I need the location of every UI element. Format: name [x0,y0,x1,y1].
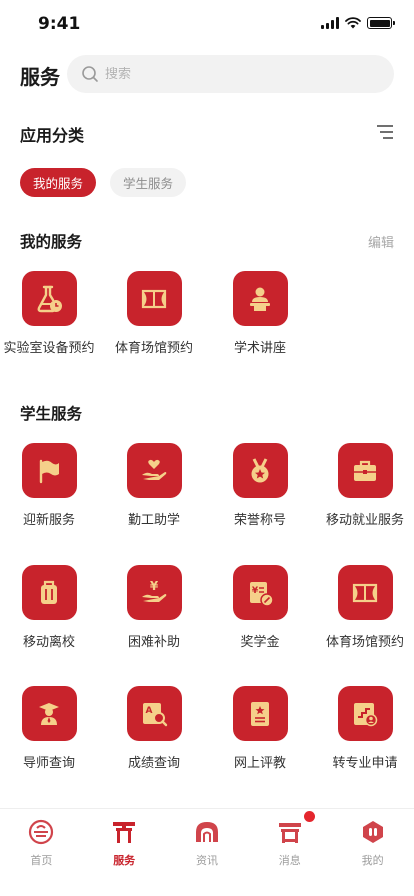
student-item-evaluation[interactable]: 网上评教 [208,686,312,773]
student-item-honor[interactable]: 荣誉称号 [208,443,312,530]
tab-student-services[interactable]: 学生服务 [110,168,187,197]
service-icon [113,822,136,843]
nav-home[interactable]: 首页 [0,809,83,896]
nav-label: 消息 [278,854,301,867]
page-title: 服务 [20,65,60,89]
status-icons [321,17,395,29]
nav-label: 服务 [113,854,136,867]
service-label: 实验室设备预约 [3,341,95,356]
hand-coin-icon: ¥ [126,565,182,620]
grade-search-icon: A [126,686,182,741]
service-label: 移动离校 [22,635,75,650]
nav-service[interactable]: 服务 [83,809,166,896]
service-label: 荣誉称号 [233,513,286,528]
flag-icon [21,443,77,498]
nav-message[interactable]: 消息 [248,809,331,896]
student-item-employment[interactable]: 移动就业服务 [313,443,414,530]
nav-label: 首页 [30,854,53,867]
hand-heart-icon [126,443,182,498]
search-icon [82,66,98,82]
filter-list-icon[interactable] [376,124,394,140]
student-item-mentor[interactable]: 导师查询 [0,686,101,773]
evaluation-icon [232,686,288,741]
student-item-welcome[interactable]: 迎新服务 [0,443,101,530]
student-item-stadium-booking[interactable]: 体育场馆预约 [313,565,414,652]
service-label: 体育场馆预约 [114,341,193,356]
nav-label: 资讯 [195,854,218,867]
student-item-major-transfer[interactable]: 转专业申请 [313,686,414,773]
student-item-grade-search[interactable]: A 成绩查询 [102,686,206,773]
flask-icon [21,271,77,326]
category-tabs: 我的服务 学生服务 [20,168,187,197]
service-item-lecture[interactable]: 学术讲座 [208,271,312,358]
service-label: 转专业申请 [332,756,398,771]
service-label: 迎新服务 [22,513,75,528]
lecture-icon [232,271,288,326]
nav-profile[interactable]: 我的 [331,809,414,896]
edit-button[interactable]: 编辑 [368,232,394,251]
search-input[interactable] [105,66,365,82]
stadium-icon [337,565,393,620]
service-label: 网上评教 [233,756,286,771]
service-label: 困难补助 [127,635,180,650]
my-services-title: 我的服务 [20,233,83,251]
battery-icon [367,17,395,29]
scholarship-icon: ¥ [232,565,288,620]
category-title: 应用分类 [20,126,85,145]
service-label: 移动就业服务 [325,513,404,528]
service-label: 成绩查询 [127,756,180,771]
student-item-work-study[interactable]: 勤工助学 [102,443,206,530]
transfer-icon [337,686,393,741]
student-item-hardship[interactable]: ¥ 困难补助 [102,565,206,652]
service-label: 勤工助学 [127,513,180,528]
nav-label: 我的 [361,854,384,867]
svg-text:¥: ¥ [252,586,259,596]
service-label: 奖学金 [240,635,280,650]
luggage-icon [21,565,77,620]
service-item-lab-booking[interactable]: 实验室设备预约 [0,271,101,358]
status-time: 9:41 [38,14,81,34]
profile-icon [362,821,383,843]
student-services-header: 学生服务 [0,402,414,426]
svg-text:A: A [146,706,153,716]
service-label: 体育场馆预约 [325,635,404,650]
bottom-nav: 首页 服务 资讯 消息 我的 [0,808,414,896]
medal-icon [232,443,288,498]
service-item-stadium-booking[interactable]: 体育场馆预约 [102,271,206,358]
news-icon [195,822,218,842]
message-icon [278,823,301,843]
header: 服务 [0,55,414,93]
search-bar[interactable] [67,55,394,93]
category-header: 应用分类 [0,120,414,145]
nav-news[interactable]: 资讯 [166,809,249,896]
wifi-icon [345,17,361,29]
student-services-title: 学生服务 [20,405,83,423]
student-item-scholarship[interactable]: ¥ 奖学金 [208,565,312,652]
stadium-icon [126,271,182,326]
mentor-icon [21,686,77,741]
my-services-header: 我的服务 编辑 [0,230,414,254]
status-bar: 9:41 [0,0,414,50]
briefcase-icon [337,443,393,498]
tab-my-services[interactable]: 我的服务 [20,168,97,197]
service-label: 导师查询 [22,756,75,771]
home-icon [29,819,54,845]
service-label: 学术讲座 [233,341,286,356]
cellular-signal-icon [321,17,339,29]
svg-text:¥: ¥ [150,579,159,593]
notification-badge [303,811,315,822]
student-item-leave-school[interactable]: 移动离校 [0,565,101,652]
